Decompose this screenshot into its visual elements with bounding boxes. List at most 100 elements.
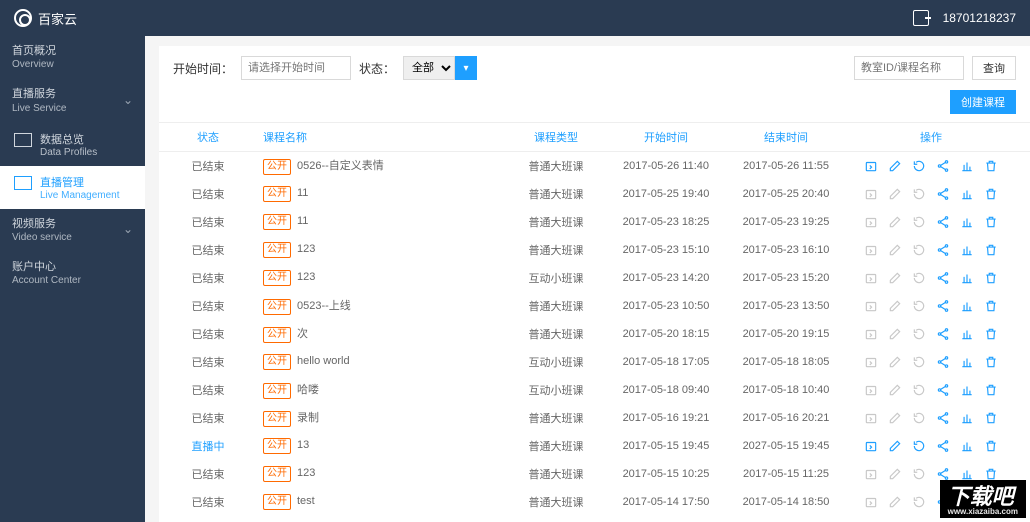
delete-icon[interactable] — [984, 355, 998, 369]
sidebar-item[interactable]: 视频服务Video service⌄ — [0, 209, 145, 252]
stats-icon[interactable] — [960, 159, 974, 173]
cell-type: 互动小班课 — [506, 354, 606, 370]
edit-icon[interactable] — [888, 439, 902, 453]
delete-icon[interactable] — [984, 243, 998, 257]
stats-icon[interactable] — [960, 299, 974, 313]
sidebar-subitem[interactable]: 直播管理Live Management — [0, 166, 145, 209]
table-row: 已结束公开test普通大班课2017-05-14 17:502017-05-14… — [159, 488, 1030, 516]
delete-icon[interactable] — [984, 467, 998, 481]
search-input[interactable] — [854, 56, 964, 80]
stats-icon[interactable] — [960, 355, 974, 369]
share-icon[interactable] — [936, 411, 950, 425]
delete-icon[interactable] — [984, 327, 998, 341]
edit-icon[interactable] — [888, 159, 902, 173]
refresh-icon[interactable] — [912, 327, 926, 341]
stats-icon[interactable] — [960, 327, 974, 341]
edit-icon[interactable] — [888, 355, 902, 369]
edit-icon[interactable] — [888, 327, 902, 341]
status-select[interactable]: 全部 — [403, 56, 455, 80]
share-icon[interactable] — [936, 299, 950, 313]
share-icon[interactable] — [936, 439, 950, 453]
stats-icon[interactable] — [960, 215, 974, 229]
edit-icon[interactable] — [888, 271, 902, 285]
play-icon[interactable] — [864, 299, 878, 313]
delete-icon[interactable] — [984, 299, 998, 313]
refresh-icon[interactable] — [912, 215, 926, 229]
stats-icon[interactable] — [960, 439, 974, 453]
play-icon[interactable] — [864, 355, 878, 369]
refresh-icon[interactable] — [912, 495, 926, 509]
th-end: 结束时间 — [726, 129, 846, 145]
play-icon[interactable] — [864, 187, 878, 201]
delete-icon[interactable] — [984, 187, 998, 201]
share-icon[interactable] — [936, 187, 950, 201]
share-icon[interactable] — [936, 271, 950, 285]
sidebar: 首页概况Overview直播服务Live Service⌄数据总览Data Pr… — [0, 36, 145, 522]
refresh-icon[interactable] — [912, 159, 926, 173]
delete-icon[interactable] — [984, 215, 998, 229]
sidebar-item[interactable]: 首页概况Overview — [0, 36, 145, 79]
edit-icon[interactable] — [888, 411, 902, 425]
cell-status: 已结束 — [173, 298, 243, 314]
logout-icon[interactable] — [913, 10, 929, 26]
delete-icon[interactable] — [984, 271, 998, 285]
edit-icon[interactable] — [888, 215, 902, 229]
edit-icon[interactable] — [888, 467, 902, 481]
play-icon[interactable] — [864, 327, 878, 341]
play-icon[interactable] — [864, 495, 878, 509]
refresh-icon[interactable] — [912, 243, 926, 257]
stats-icon[interactable] — [960, 187, 974, 201]
refresh-icon[interactable] — [912, 355, 926, 369]
play-icon[interactable] — [864, 467, 878, 481]
refresh-icon[interactable] — [912, 439, 926, 453]
share-icon[interactable] — [936, 383, 950, 397]
refresh-icon[interactable] — [912, 187, 926, 201]
sidebar-item[interactable]: 直播服务Live Service⌄ — [0, 79, 145, 122]
stats-icon[interactable] — [960, 383, 974, 397]
cell-type: 普通大班课 — [506, 326, 606, 342]
search-button[interactable]: 查询 — [972, 56, 1016, 80]
edit-icon[interactable] — [888, 495, 902, 509]
status-dropdown-btn[interactable]: ▾ — [455, 56, 477, 80]
refresh-icon[interactable] — [912, 271, 926, 285]
play-icon[interactable] — [864, 159, 878, 173]
stats-icon[interactable] — [960, 271, 974, 285]
cell-type: 普通大班课 — [506, 214, 606, 230]
stats-icon[interactable] — [960, 243, 974, 257]
start-time-input[interactable] — [241, 56, 351, 80]
cell-end: 2017-05-15 11:25 — [726, 468, 846, 480]
play-icon[interactable] — [864, 243, 878, 257]
share-icon[interactable] — [936, 215, 950, 229]
edit-icon[interactable] — [888, 299, 902, 313]
play-icon[interactable] — [864, 215, 878, 229]
brand-zh: 百家云 — [38, 12, 77, 27]
public-tag: 公开 — [263, 270, 291, 286]
table-row: 已结束公开11普通大班课2017-05-25 19:402017-05-25 2… — [159, 180, 1030, 208]
play-icon[interactable] — [864, 271, 878, 285]
refresh-icon[interactable] — [912, 299, 926, 313]
refresh-icon[interactable] — [912, 383, 926, 397]
create-course-button[interactable]: 创建课程 — [950, 90, 1016, 114]
cell-end: 2017-05-23 19:25 — [726, 216, 846, 228]
refresh-icon[interactable] — [912, 467, 926, 481]
edit-icon[interactable] — [888, 243, 902, 257]
stats-icon[interactable] — [960, 411, 974, 425]
stats-icon[interactable] — [960, 467, 974, 481]
delete-icon[interactable] — [984, 411, 998, 425]
share-icon[interactable] — [936, 243, 950, 257]
play-icon[interactable] — [864, 439, 878, 453]
play-icon[interactable] — [864, 411, 878, 425]
edit-icon[interactable] — [888, 187, 902, 201]
delete-icon[interactable] — [984, 159, 998, 173]
refresh-icon[interactable] — [912, 411, 926, 425]
delete-icon[interactable] — [984, 383, 998, 397]
sidebar-subitem[interactable]: 数据总览Data Profiles — [0, 123, 145, 166]
share-icon[interactable] — [936, 355, 950, 369]
delete-icon[interactable] — [984, 439, 998, 453]
edit-icon[interactable] — [888, 383, 902, 397]
share-icon[interactable] — [936, 159, 950, 173]
sidebar-item[interactable]: 账户中心Account Center — [0, 252, 145, 295]
share-icon[interactable] — [936, 467, 950, 481]
share-icon[interactable] — [936, 327, 950, 341]
play-icon[interactable] — [864, 383, 878, 397]
